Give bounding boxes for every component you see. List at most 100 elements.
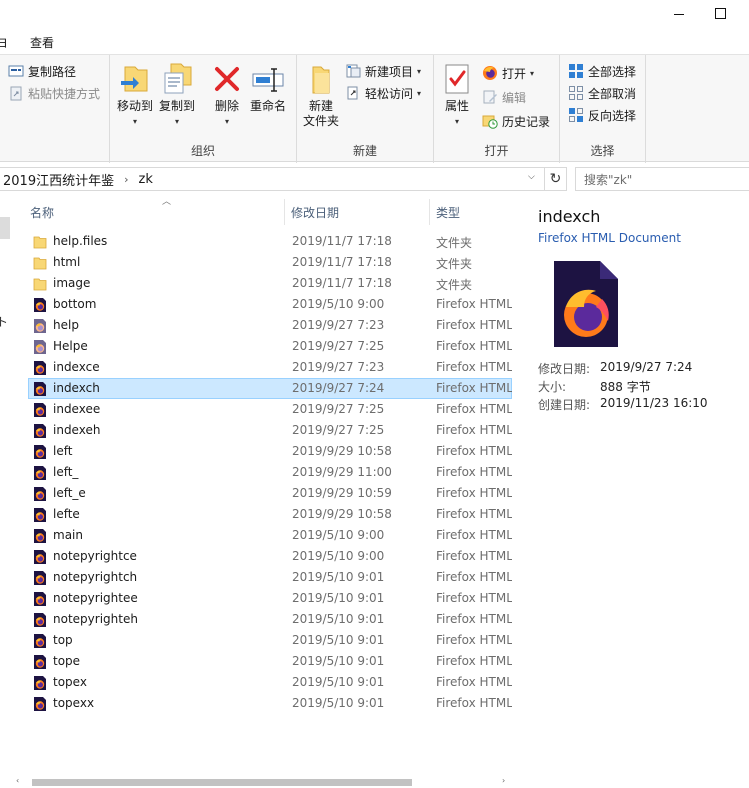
file-row[interactable]: notepyrightee 2019/5/10 9:01 Firefox HTML xyxy=(28,588,513,609)
open-button[interactable]: 打开 ▾ xyxy=(482,63,534,83)
easy-access-button[interactable]: 轻松访问 ▾ xyxy=(345,83,421,103)
minimize-button[interactable] xyxy=(665,6,695,24)
delete-caret-icon: ▾ xyxy=(224,117,229,126)
file-row[interactable]: Helpe 2019/9/27 7:25 Firefox HTML xyxy=(28,336,513,357)
file-type: Firefox HTML xyxy=(436,675,513,689)
address-bar[interactable]: 2019江西统计年鉴 › zk xyxy=(0,167,545,191)
file-row[interactable]: lefte 2019/9/29 10:58 Firefox HTML xyxy=(28,504,513,525)
file-name: indexee xyxy=(53,402,101,416)
file-date: 2019/9/27 7:23 xyxy=(292,318,385,332)
breadcrumb-item-parent[interactable]: 2019江西统计年鉴 xyxy=(3,170,114,189)
address-dropdown-icon[interactable]: ⌵ xyxy=(528,172,535,182)
file-name: bottom xyxy=(53,297,97,311)
file-name: help xyxy=(53,318,79,332)
edit-button[interactable]: 编辑 xyxy=(482,87,526,107)
file-row[interactable]: left_e 2019/9/29 10:59 Firefox HTML xyxy=(28,483,513,504)
file-row[interactable]: help 2019/9/27 7:23 Firefox HTML xyxy=(28,315,513,336)
file-date: 2019/5/10 9:01 xyxy=(292,612,385,626)
horizontal-scrollbar-thumb[interactable] xyxy=(32,779,412,786)
nav-scrollbar-thumb[interactable] xyxy=(0,217,10,239)
file-type: Firefox HTML xyxy=(436,507,513,521)
file-row[interactable]: indexeh 2019/9/27 7:25 Firefox HTML xyxy=(28,420,513,441)
tab-fragment-left[interactable]: ヨ xyxy=(0,34,8,51)
file-row[interactable]: notepyrighteh 2019/5/10 9:01 Firefox HTML xyxy=(28,609,513,630)
file-type: Firefox HTML xyxy=(436,297,513,311)
firefox-file-icon xyxy=(34,487,46,501)
rename-label: 重命名 xyxy=(249,99,286,113)
select-all-button[interactable]: 全部选择 xyxy=(568,61,636,81)
maximize-button[interactable] xyxy=(707,4,733,24)
column-type[interactable]: 类型 xyxy=(436,204,460,221)
column-date[interactable]: 修改日期 xyxy=(291,204,339,221)
invert-selection-button[interactable]: 反向选择 xyxy=(568,105,636,125)
history-button[interactable]: 历史记录 xyxy=(482,111,550,131)
paste-shortcut-button[interactable]: 粘贴快捷方式 xyxy=(8,83,100,103)
move-to-label: 移动到 xyxy=(116,99,153,113)
preview-pane: indexch Firefox HTML Document 修改日期: 2019/… xyxy=(512,195,749,788)
paste-shortcut-icon xyxy=(10,86,22,101)
file-row[interactable]: notepyrightce 2019/5/10 9:00 Firefox HTML xyxy=(28,546,513,567)
copy-path-button[interactable]: 复制路径 xyxy=(8,61,76,81)
file-row[interactable]: help.files 2019/11/7 17:18 文件夹 xyxy=(28,231,512,252)
ribbon-group-open: 属性 ▾ 打开 ▾ 编辑 历史记录 打开 xyxy=(434,55,560,163)
file-name: notepyrighteh xyxy=(53,612,138,626)
file-date: 2019/9/27 7:25 xyxy=(292,339,385,353)
scroll-right-icon[interactable]: › xyxy=(502,776,505,785)
select-all-label: 全部选择 xyxy=(588,64,637,79)
file-row[interactable]: indexch 2019/9/27 7:24 Firefox HTML xyxy=(28,378,513,399)
delete-button[interactable]: 删除 ▾ xyxy=(210,61,244,129)
file-row[interactable]: indexce 2019/9/27 7:23 Firefox HTML xyxy=(28,357,513,378)
new-item-label: 新建项目 xyxy=(365,64,414,79)
firefox-file-icon xyxy=(34,319,46,333)
horizontal-scrollbar[interactable]: ‹ › xyxy=(12,776,512,788)
file-row[interactable]: html 2019/11/7 17:18 文件夹 xyxy=(28,252,512,273)
file-row[interactable]: top 2019/5/10 9:01 Firefox HTML xyxy=(28,630,513,651)
file-row[interactable]: left 2019/9/29 10:58 Firefox HTML xyxy=(28,441,513,462)
ribbon-group-new: 新建 文件夹 新建项目 ▾ 轻松访问 ▾ 新建 xyxy=(297,55,434,163)
file-row[interactable]: topexx 2019/5/10 9:01 Firefox HTML xyxy=(28,693,513,714)
file-row[interactable]: tope 2019/5/10 9:01 Firefox HTML xyxy=(28,651,513,672)
move-to-icon xyxy=(121,66,148,92)
file-row[interactable]: indexee 2019/9/27 7:25 Firefox HTML xyxy=(28,399,513,420)
move-to-button[interactable]: 移动到 ▾ xyxy=(115,61,155,129)
file-row[interactable]: image 2019/11/7 17:18 文件夹 xyxy=(28,273,512,294)
new-folder-button[interactable]: 新建 文件夹 xyxy=(301,61,341,129)
file-row[interactable]: notepyrightch 2019/5/10 9:01 Firefox HTML xyxy=(28,567,513,588)
new-item-button[interactable]: 新建项目 ▾ xyxy=(345,61,421,81)
file-date: 2019/11/7 17:18 xyxy=(292,255,392,269)
scroll-left-icon[interactable]: ‹ xyxy=(16,776,19,785)
firefox-file-icon xyxy=(34,466,46,480)
folder-icon xyxy=(33,236,47,249)
file-row[interactable]: left_ 2019/9/29 11:00 Firefox HTML xyxy=(28,462,513,483)
file-date: 2019/9/27 7:24 xyxy=(292,381,385,395)
column-name[interactable]: 名称 xyxy=(30,204,54,221)
file-type: Firefox HTML xyxy=(436,528,513,542)
firefox-file-icon xyxy=(34,340,46,354)
file-type: Firefox HTML xyxy=(436,402,513,416)
tab-view[interactable]: 查看 xyxy=(30,34,54,51)
column-divider[interactable] xyxy=(429,199,430,225)
nav-item-fragment[interactable]: ト xyxy=(0,313,8,330)
breadcrumb-chevron-icon[interactable]: › xyxy=(124,173,128,186)
delete-label: 删除 xyxy=(214,99,239,113)
select-none-button[interactable]: 全部取消 xyxy=(568,83,636,103)
preview-file-type: Firefox HTML Document xyxy=(538,231,681,245)
rename-button[interactable]: 重命名 xyxy=(246,61,290,114)
file-row[interactable]: topex 2019/5/10 9:01 Firefox HTML xyxy=(28,672,513,693)
properties-button[interactable]: 属性 ▾ xyxy=(440,61,474,129)
rename-icon xyxy=(252,68,284,92)
refresh-button[interactable]: ↻ xyxy=(545,167,567,191)
file-type: Firefox HTML xyxy=(436,423,513,437)
file-row[interactable]: bottom 2019/5/10 9:00 Firefox HTML xyxy=(28,294,513,315)
file-type: Firefox HTML xyxy=(436,339,513,353)
column-divider[interactable] xyxy=(284,199,285,225)
navigation-pane: ト xyxy=(0,195,12,788)
file-row[interactable]: main 2019/5/10 9:00 Firefox HTML xyxy=(28,525,513,546)
file-date: 2019/9/27 7:23 xyxy=(292,360,385,374)
search-input[interactable]: 搜索"zk" xyxy=(575,167,749,191)
file-name: left_e xyxy=(53,486,86,500)
breadcrumb-item-current[interactable]: zk xyxy=(139,172,153,187)
new-item-icon xyxy=(346,64,361,78)
file-type: Firefox HTML xyxy=(436,549,513,563)
copy-to-button[interactable]: 复制到 ▾ xyxy=(157,61,197,129)
